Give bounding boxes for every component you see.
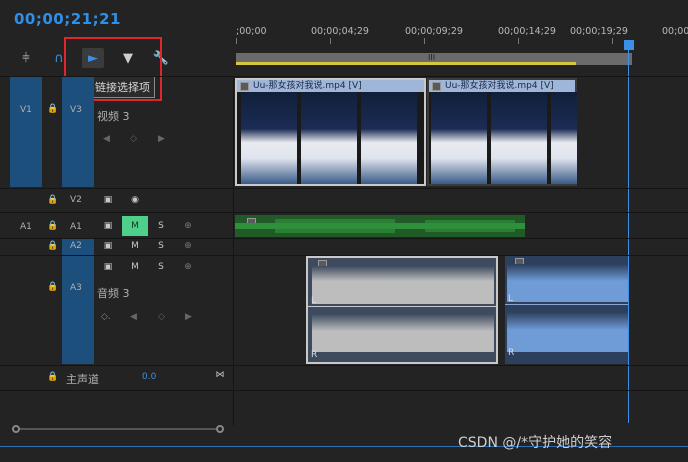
track-name: A3 [70, 283, 82, 293]
clip-title: Uu-那女孩对我说.mp4 [V] [237, 80, 424, 92]
ruler-tick-label: 00;00;14;29 [498, 26, 556, 37]
playhead-handle[interactable] [624, 40, 634, 50]
mute-button[interactable]: M [127, 260, 143, 274]
track-label: 视频 3 [97, 110, 130, 123]
sync-lock-icon[interactable]: ▣ [100, 193, 116, 207]
work-area-bar[interactable]: III [236, 53, 632, 65]
solo-button[interactable]: S [153, 260, 169, 274]
next-keyframe-icon[interactable]: ▶ [185, 312, 192, 322]
audio-clip[interactable]: L R [505, 256, 628, 364]
ruler-tick-label: 00;00;09;29 [405, 26, 463, 37]
source-patch-v1[interactable] [10, 77, 42, 187]
ruler-tick-label: ;00;00 [236, 26, 267, 37]
lock-icon[interactable]: 🔒 [45, 239, 61, 253]
eye-icon[interactable]: ◉ [127, 193, 143, 207]
source-label: A1 [20, 222, 32, 232]
clip-title: Uu-那女孩对我说.mp4 [V] [429, 80, 575, 92]
add-keyframe-icon[interactable]: ◇ [158, 312, 165, 322]
channel-label: R [311, 350, 318, 360]
next-keyframe-icon[interactable]: ▶ [158, 134, 165, 144]
mic-icon[interactable]: ⊕ [180, 219, 196, 233]
fx-badge-icon [240, 82, 249, 91]
prev-keyframe-icon[interactable]: ◀ [103, 134, 110, 144]
lock-icon[interactable]: 🔒 [45, 193, 61, 207]
mute-button[interactable]: M [127, 239, 143, 253]
watermark: CSDN @/*守护她的笑容 [458, 435, 613, 451]
solo-button[interactable]: S [153, 239, 169, 253]
horizontal-scrollbar[interactable] [12, 425, 224, 433]
fx-badge-icon [432, 82, 441, 91]
track-name: A2 [70, 241, 82, 251]
master-volume-value[interactable]: 0.0 [142, 372, 156, 382]
ruler-tick-label: 00;00;04;29 [311, 26, 369, 37]
track-target-v3[interactable] [62, 77, 94, 187]
source-label: V1 [20, 105, 32, 115]
ruler-tick-label: 00;00;19;29 [570, 26, 628, 37]
lock-icon[interactable]: 🔒 [45, 280, 61, 294]
sync-lock-icon[interactable]: ▣ [100, 219, 116, 233]
volume-keyframe-icon[interactable]: ◇. [101, 312, 111, 322]
master-track-label: 主声道 [66, 373, 99, 386]
channel-label: R [508, 348, 515, 358]
solo-button[interactable]: S [153, 219, 169, 233]
video-clip[interactable]: Uu-那女孩对我说.mp4 [V] [427, 78, 577, 186]
sync-lock-icon[interactable]: ▣ [100, 239, 116, 253]
video-clip[interactable]: Uu-那女孩对我说.mp4 [V] [235, 78, 426, 186]
lock-icon[interactable]: 🔒 [45, 102, 61, 116]
audio-clip[interactable] [235, 215, 525, 237]
audio-clip[interactable]: L R [306, 256, 498, 364]
lock-icon[interactable]: 🔒 [45, 370, 61, 384]
channel-label: L [311, 296, 317, 306]
mute-button[interactable]: M [122, 216, 148, 236]
lock-icon[interactable]: 🔒 [45, 219, 61, 233]
snap-icon[interactable]: ⫩ [15, 48, 37, 68]
work-area-label: III [428, 53, 436, 62]
ruler-tick-label: 00;00 [662, 26, 688, 37]
timecode-display[interactable]: 00;00;21;21 [14, 10, 121, 28]
track-name: V3 [70, 105, 82, 115]
mic-icon[interactable]: ⊕ [180, 239, 196, 253]
add-keyframe-icon[interactable]: ◇ [130, 134, 137, 144]
track-name: V2 [70, 195, 82, 205]
channel-label: L [508, 294, 514, 304]
sync-lock-icon[interactable]: ▣ [100, 260, 116, 274]
track-target-a3[interactable] [62, 256, 94, 364]
playhead-line [628, 48, 629, 423]
go-to-out-icon[interactable]: ⋈ [212, 368, 228, 382]
track-name: A1 [70, 222, 82, 232]
prev-keyframe-icon[interactable]: ◀ [130, 312, 137, 322]
track-label: 音频 3 [97, 287, 130, 300]
mic-icon[interactable]: ⊕ [180, 260, 196, 274]
